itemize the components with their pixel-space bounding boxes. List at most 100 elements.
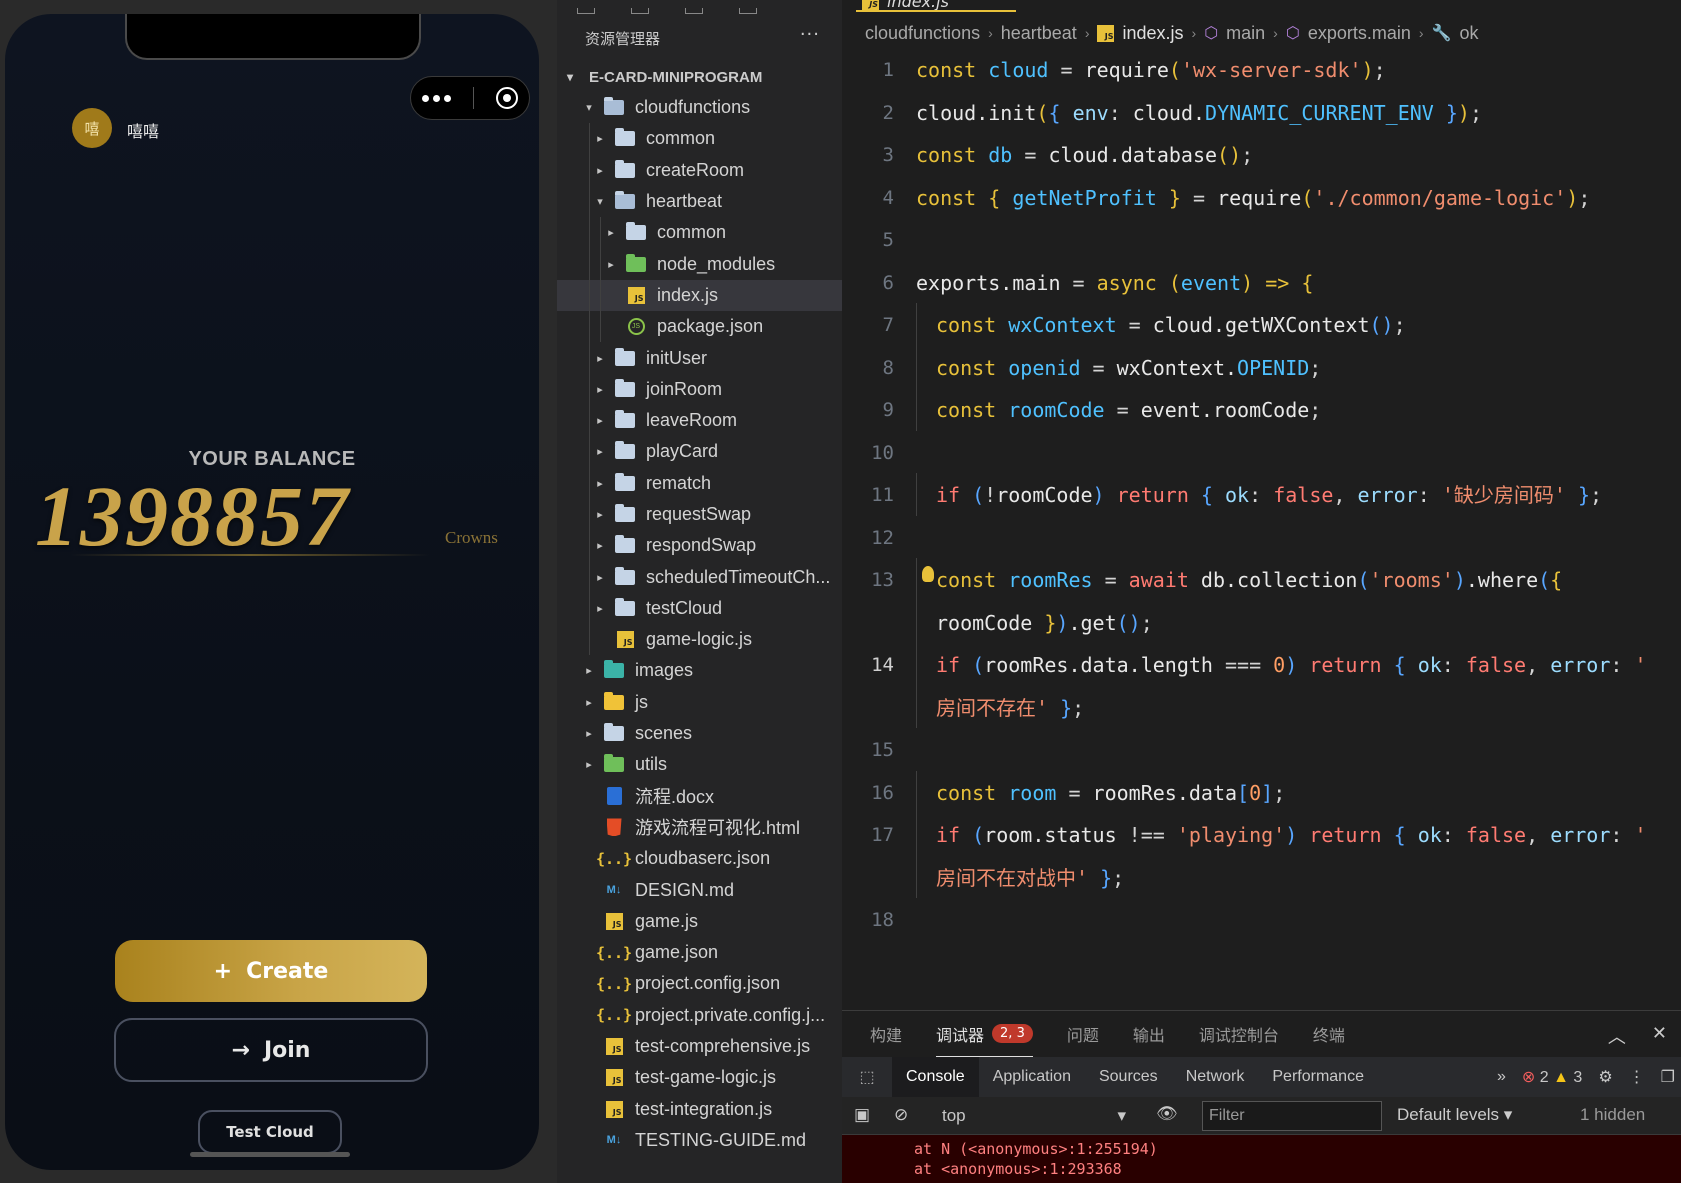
tree-item[interactable]: ▸ utils — [557, 749, 842, 780]
join-button[interactable]: → Join — [114, 1018, 428, 1082]
code-line[interactable]: 5 — [842, 218, 1681, 263]
code-line[interactable]: 13 const roomRes = await db.collection('r… — [842, 558, 1681, 603]
folder-icon — [603, 660, 625, 680]
devtools-tab[interactable]: Console — [892, 1057, 979, 1097]
tree-item[interactable]: M↓ DESIGN.md — [557, 874, 842, 905]
tree-item[interactable]: JS test-comprehensive.js — [557, 1031, 842, 1062]
tree-item[interactable]: ▸ images — [557, 655, 842, 686]
devtools-tab[interactable]: Application — [979, 1057, 1085, 1097]
tree-item[interactable]: {..} project.config.json — [557, 968, 842, 999]
devtools-tab[interactable]: Performance — [1258, 1057, 1378, 1097]
code-line[interactable]: 2 cloud.init({ env: cloud.DYNAMIC_CURRENT… — [842, 91, 1681, 136]
panel-tab[interactable]: 终端 — [1313, 1011, 1345, 1057]
code-line[interactable]: 11 if (!roomCode) return { ok: false, err… — [842, 473, 1681, 518]
tree-item[interactable]: ▸ respondSwap — [557, 530, 842, 562]
code-line[interactable]: roomCode }).get(); — [842, 600, 1681, 646]
lightbulb-icon[interactable] — [922, 566, 934, 582]
tree-item[interactable]: ▾ cloudfunctions — [557, 92, 842, 123]
code-line[interactable]: 10 — [842, 431, 1681, 476]
dock-side-icon[interactable]: ❐ — [1661, 1067, 1675, 1087]
breadcrumb-item[interactable]: main — [1226, 23, 1265, 44]
tree-item[interactable]: {..} game.json — [557, 937, 842, 968]
tree-item[interactable]: ▸ leaveRoom — [557, 404, 842, 437]
more-actions-icon[interactable]: ··· — [800, 24, 820, 45]
gear-icon[interactable]: ⚙ — [1598, 1067, 1612, 1087]
code-line[interactable]: 14 if (roomRes.data.length === 0) return … — [842, 643, 1681, 688]
breadcrumb-item[interactable]: ok — [1459, 23, 1478, 44]
panel-tab[interactable]: 调试器 2, 3 — [936, 1011, 1033, 1057]
issue-counts[interactable]: ⊗ 2 ▲ 3 — [1522, 1067, 1582, 1087]
breadcrumb-item[interactable]: exports.main — [1308, 23, 1411, 44]
create-button[interactable]: + Create — [115, 940, 427, 1002]
panel-tab[interactable]: 调试控制台 — [1199, 1011, 1279, 1057]
code-line[interactable]: 4 const { getNetProfit } = require('./com… — [842, 176, 1681, 221]
tree-item[interactable]: 流程.docx — [557, 781, 842, 812]
breadcrumb-item[interactable]: index.js — [1122, 23, 1183, 44]
more-tabs-icon[interactable]: » — [1497, 1068, 1506, 1086]
devtools-tab[interactable]: Sources — [1085, 1057, 1172, 1097]
folder-icon — [603, 754, 625, 774]
tree-item[interactable]: 游戏流程可视化.html — [557, 812, 842, 843]
tree-item[interactable]: ▸ js — [557, 687, 842, 718]
tree-item[interactable]: {..} cloudbaserc.json — [557, 843, 842, 874]
tree-item[interactable]: JS test-game-logic.js — [557, 1062, 842, 1093]
tree-item[interactable]: ▸ node_modules — [557, 248, 842, 280]
close-icon[interactable]: ✕ — [1652, 1023, 1667, 1049]
tree-item[interactable]: JS package.json — [557, 311, 842, 343]
context-select[interactable]: top ▾ — [942, 1102, 1132, 1130]
tree-item[interactable]: ▸ playCard — [557, 436, 842, 468]
code-line[interactable]: 16 const room = roomRes.data[0]; — [842, 770, 1681, 816]
panel-tab[interactable]: 输出 — [1133, 1011, 1165, 1057]
tree-item[interactable]: ▸ scenes — [557, 718, 842, 749]
tree-item[interactable]: JS test-integration.js — [557, 1094, 842, 1125]
panel-tab[interactable]: 构建 — [870, 1011, 902, 1057]
test-cloud-button[interactable]: Test Cloud — [198, 1110, 342, 1154]
code-line[interactable]: 房间不存在' }; — [842, 685, 1681, 731]
sidebar-toggle-icon[interactable]: ▣ — [854, 1105, 870, 1125]
tree-item[interactable]: ▸ createRoom — [557, 154, 842, 186]
code-line[interactable]: 17 if (room.status !== 'playing') return … — [842, 813, 1681, 858]
tree-item[interactable]: {..} project.private.config.j... — [557, 1000, 842, 1031]
eye-icon[interactable]: 👁 — [1156, 1104, 1178, 1124]
tree-item[interactable]: ▾ heartbeat — [557, 185, 842, 218]
code-line[interactable]: 房间不在对战中' }; — [842, 855, 1681, 901]
panel-tab[interactable]: 问题 — [1067, 1011, 1099, 1057]
editor-tab-index-js[interactable]: JS index.js — [856, 0, 1016, 12]
code-line[interactable]: 6 exports.main = async (event) => { — [842, 261, 1681, 306]
indent-guide — [589, 624, 590, 656]
inspect-element-icon[interactable]: ⬚ — [842, 1067, 892, 1087]
close-target-icon[interactable] — [496, 87, 518, 109]
tree-item[interactable]: ▸ testCloud — [557, 592, 842, 625]
tree-item[interactable]: ▸ rematch — [557, 467, 842, 499]
code-line[interactable]: 1 const cloud = require('wx-server-sdk'); — [842, 48, 1681, 93]
code-line[interactable]: 3 const db = cloud.database(); — [842, 133, 1681, 178]
tree-item[interactable]: M↓ TESTING-GUIDE.md — [557, 1125, 842, 1156]
filter-input[interactable]: Filter — [1202, 1101, 1382, 1131]
tree-item[interactable]: ▸ joinRoom — [557, 373, 842, 405]
project-root[interactable]: ▾ E-CARD-MINIPROGRAM — [557, 62, 842, 92]
kebab-menu-icon[interactable]: ⋮ — [1629, 1067, 1645, 1087]
code-line[interactable]: 9 const roomCode = event.roomCode; — [842, 388, 1681, 433]
more-menu-icon[interactable] — [422, 94, 451, 102]
code-line[interactable]: 15 — [842, 728, 1681, 773]
tree-item[interactable]: ▸ common — [557, 123, 842, 155]
chevron-up-icon[interactable]: ︿ — [1608, 1023, 1626, 1049]
tree-item[interactable]: ▸ scheduledTimeoutCh... — [557, 561, 842, 593]
code-line[interactable]: 12 — [842, 516, 1681, 561]
tree-item[interactable]: ▸ common — [557, 217, 842, 249]
code-line[interactable]: 18 — [842, 898, 1681, 943]
clear-console-icon[interactable]: ⊘ — [894, 1105, 908, 1125]
code-line[interactable]: 7 const wxContext = cloud.getWXContext(); — [842, 303, 1681, 348]
tree-item[interactable]: JS index.js — [557, 279, 842, 312]
tree-item-label: node_modules — [657, 253, 776, 274]
tree-item[interactable]: JS game.js — [557, 906, 842, 937]
breadcrumb-item[interactable]: heartbeat — [1001, 23, 1077, 44]
levels-dropdown[interactable]: Default levels ▾ — [1397, 1105, 1512, 1125]
line-number: 1 — [882, 59, 894, 81]
tree-item[interactable]: ▸ requestSwap — [557, 498, 842, 531]
tree-item[interactable]: ▸ initUser — [557, 342, 842, 374]
code-line[interactable]: 8 const openid = wxContext.OPENID; — [842, 345, 1681, 391]
breadcrumb-item[interactable]: cloudfunctions — [865, 23, 980, 44]
devtools-tab[interactable]: Network — [1172, 1057, 1259, 1097]
tree-item[interactable]: JS game-logic.js — [557, 624, 842, 656]
